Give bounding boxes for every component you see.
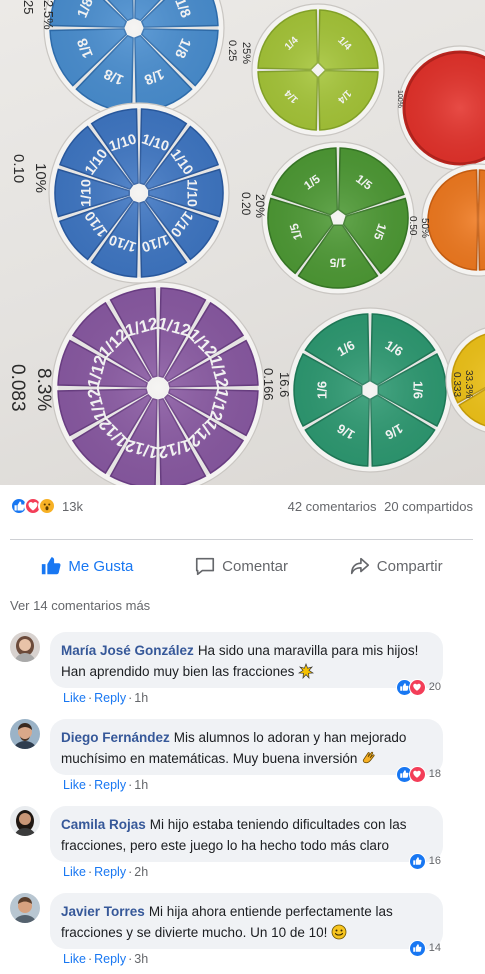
love-icon xyxy=(408,765,426,783)
comment-reply-link[interactable]: Reply xyxy=(94,952,126,966)
action-bar: Me Gusta Comentar Compartir xyxy=(10,548,473,584)
comment-meta: Like · Reply · 1h xyxy=(63,691,149,705)
comment-like-link[interactable]: Like xyxy=(63,778,86,792)
comment-reaction-count: 16 xyxy=(428,854,441,867)
comment-count-link[interactable]: 42 comentarios xyxy=(288,499,377,514)
tenth-decimal-label: 0.10 xyxy=(10,154,27,183)
avatar[interactable] xyxy=(10,893,40,923)
post-photo[interactable]: 1/81/81/81/81/81/81/81/81/101/101/101/10… xyxy=(0,0,485,485)
twelfth-percent-label: 8.3% xyxy=(33,368,54,411)
comment-time[interactable]: 1h xyxy=(134,778,148,792)
comment-button[interactable]: Comentar xyxy=(194,555,288,577)
comment-time[interactable]: 3h xyxy=(134,952,148,966)
reaction-summary[interactable]: 13k xyxy=(10,497,83,515)
half-percent-label: 50% xyxy=(419,218,430,238)
fifth-decimal-label: 0.20 xyxy=(239,192,253,216)
fraction-circles-illustration: 1/81/81/81/81/81/81/81/81/101/101/101/10… xyxy=(7,0,485,485)
half-decimal-label: 0.50 xyxy=(407,216,418,236)
divider xyxy=(10,539,473,540)
comment-reactions[interactable]: 20 xyxy=(395,677,441,697)
tenth-percent-label: 10% xyxy=(32,163,49,193)
sparkle-emoji-icon xyxy=(298,663,315,679)
fifths-wheel: 1/51/51/51/51/5 xyxy=(261,141,415,295)
comment-bubble: Javier Torres Mi hija ahora entiende perf… xyxy=(50,893,443,957)
thumbs-up-icon xyxy=(42,557,61,575)
eighth-decimal-label: 25 xyxy=(21,0,36,14)
avatar[interactable] xyxy=(10,632,40,662)
share-button[interactable]: Compartir xyxy=(349,555,443,577)
comment-author[interactable]: Diego Fernández xyxy=(61,730,170,745)
comment-reaction-count: 18 xyxy=(428,767,441,780)
eighths-wheel: 1/81/81/81/81/81/81/81/8 xyxy=(43,0,225,119)
comment-bubble: Camila Rojas Mi hijo estaba teniendo difi… xyxy=(50,806,443,870)
third-percent-label: 33.3% xyxy=(463,370,474,398)
sixth-decimal-label: 0.166 xyxy=(261,368,276,401)
share-icon xyxy=(350,557,369,575)
twelfth-decimal-label: 0.083 xyxy=(7,364,28,412)
comment-meta: Like · Reply · 3h xyxy=(63,952,149,966)
sixth-percent-label: 16.6 xyxy=(277,372,292,397)
whole-percent-label: 100% xyxy=(396,90,403,108)
sixths-wheel: 1/61/61/61/61/61/6 xyxy=(287,307,453,473)
comment-button-label: Comentar xyxy=(222,557,289,575)
quarter-percent-label: 25% xyxy=(240,42,252,64)
eighth-percent-label: 2.5% xyxy=(41,0,56,30)
comment-reply-link[interactable]: Reply xyxy=(94,865,126,879)
avatar[interactable] xyxy=(10,806,40,836)
wow-icon xyxy=(38,497,56,515)
comment-bubble: Diego Fernández Mis alumnos lo adoran y h… xyxy=(50,719,443,783)
engagement-counts: 42 comentarios 20 compartidos xyxy=(288,499,473,514)
third-decimal-label: 0.333 xyxy=(451,372,462,397)
share-count-link[interactable]: 20 compartidos xyxy=(384,499,473,514)
comment-time[interactable]: 1h xyxy=(134,691,148,705)
comment-reply-link[interactable]: Reply xyxy=(94,778,126,792)
like-button[interactable]: Me Gusta xyxy=(40,555,133,577)
comment-author[interactable]: Javier Torres xyxy=(61,904,145,919)
whole-wheel xyxy=(397,45,485,171)
comment-reactions[interactable]: 16 xyxy=(408,851,441,871)
quarter-decimal-label: 0.25 xyxy=(226,40,238,61)
view-more-comments-link[interactable]: Ver 14 comentarios más xyxy=(10,598,150,613)
avatar[interactable] xyxy=(10,719,40,749)
twelfths-wheel: 1/121/121/121/121/121/121/121/121/121/12… xyxy=(51,281,265,485)
comment-author[interactable]: Camila Rojas xyxy=(61,817,146,832)
smiling-face-emoji-icon xyxy=(331,924,347,940)
comment-like-link[interactable]: Like xyxy=(63,952,86,966)
reaction-count: 13k xyxy=(62,498,83,514)
comment-reactions[interactable]: 18 xyxy=(395,764,441,784)
comment-like-link[interactable]: Like xyxy=(63,691,86,705)
love-icon xyxy=(408,678,426,696)
like-button-label: Me Gusta xyxy=(68,557,134,575)
comment-meta: Like · Reply · 2h xyxy=(63,865,149,879)
post-stats: 13k 42 comentarios 20 compartidos xyxy=(10,493,473,519)
clapping-hands-emoji-icon xyxy=(363,751,375,764)
comment-author[interactable]: María José González xyxy=(61,643,194,658)
comment-meta: Like · Reply · 1h xyxy=(63,778,149,792)
like-icon xyxy=(408,852,426,870)
comment-reaction-count: 14 xyxy=(428,941,441,954)
comment-time[interactable]: 2h xyxy=(134,865,148,879)
like-icon xyxy=(408,939,426,957)
tenths-wheel: 1/101/101/101/101/101/101/101/101/101/10 xyxy=(48,102,230,284)
comment-icon xyxy=(196,557,215,576)
halves-wheel xyxy=(421,163,485,277)
comment-reply-link[interactable]: Reply xyxy=(94,691,126,705)
quarters-wheel: 1/41/41/41/4 xyxy=(251,3,385,137)
share-button-label: Compartir xyxy=(376,557,443,575)
comment-reactions[interactable]: 14 xyxy=(408,938,441,958)
comment-bubble: María José González Ha sido una maravilla… xyxy=(50,632,443,696)
comment-reaction-count: 20 xyxy=(428,680,441,693)
comment-like-link[interactable]: Like xyxy=(63,865,86,879)
fifth-percent-label: 20% xyxy=(253,194,267,218)
